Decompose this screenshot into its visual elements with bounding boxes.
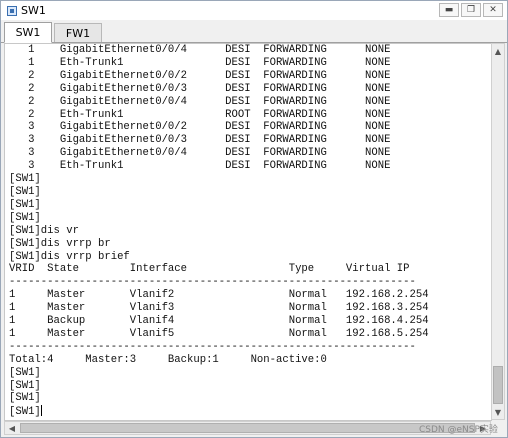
tab-sw1[interactable]: SW1 <box>4 22 52 43</box>
title-bar[interactable]: SW1 ▬ ❐ ✕ <box>1 1 507 20</box>
terminal-line: 1 Master Vlanif3 Normal 192.168.3.254 <box>9 302 429 315</box>
minimize-icon: ▬ <box>444 4 454 15</box>
terminal-line: 1 GigabitEthernet0/0/4 DESI FORWARDING N… <box>9 44 391 56</box>
terminal-line: ----------------------------------------… <box>9 276 416 289</box>
terminal-line: [SW1]dis vrrp brief <box>9 250 130 263</box>
terminal-line: 3 Eth-Trunk1 DESI FORWARDING NONE <box>9 160 391 173</box>
minimize-button[interactable]: ▬ <box>439 3 459 17</box>
scroll-up-arrow-icon[interactable]: ▲ <box>492 44 504 58</box>
terminal-line: 3 GigabitEthernet0/0/3 DESI FORWARDING N… <box>9 134 391 147</box>
terminal-line: [SW1] <box>9 211 41 224</box>
restore-button[interactable]: ❐ <box>461 3 481 17</box>
close-icon: ✕ <box>489 4 497 15</box>
terminal-line: 2 Eth-Trunk1 ROOT FORWARDING NONE <box>9 108 391 121</box>
terminal-line: ----------------------------------------… <box>9 340 416 353</box>
terminal-line: [SW1] <box>9 379 41 392</box>
terminal-line: [SW1]dis vrrp br <box>9 237 111 250</box>
close-button[interactable]: ✕ <box>483 3 503 17</box>
watermark: CSDN @eNSP实验 <box>419 425 498 435</box>
terminal-line: 1 Master Vlanif5 Normal 192.168.5.254 <box>9 327 429 340</box>
terminal-line: 2 GigabitEthernet0/0/4 DESI FORWARDING N… <box>9 95 391 108</box>
window-controls: ▬ ❐ ✕ <box>439 3 503 17</box>
terminal-line: 2 GigabitEthernet0/0/2 DESI FORWARDING N… <box>9 69 391 82</box>
terminal-text: 1 GigabitEthernet0/0/4 DESI FORWARDING N… <box>5 44 491 419</box>
terminal-line: [SW1] <box>9 406 41 419</box>
text-cursor <box>40 405 42 417</box>
vertical-scroll-thumb[interactable] <box>493 366 503 404</box>
terminal-line: 2 GigabitEthernet0/0/3 DESI FORWARDING N… <box>9 82 391 95</box>
terminal-output[interactable]: 1 GigabitEthernet0/0/4 DESI FORWARDING N… <box>4 43 492 421</box>
terminal-line: Total:4 Master:3 Backup:1 Non-active:0 <box>9 353 327 366</box>
horizontal-scrollbar[interactable]: ◀ ▶ <box>4 421 491 435</box>
terminal-line: [SW1] <box>9 173 41 186</box>
terminal-line: 1 Backup Vlanif4 Normal 192.168.4.254 <box>9 315 429 328</box>
tab-bar: SW1 FW1 <box>1 20 507 43</box>
terminal-line: [SW1] <box>9 198 41 211</box>
window-title: SW1 <box>21 4 46 17</box>
terminal-line: 3 GigabitEthernet0/0/2 DESI FORWARDING N… <box>9 121 391 134</box>
scroll-left-arrow-icon[interactable]: ◀ <box>5 422 19 434</box>
terminal-line: [SW1]dis vr <box>9 224 79 237</box>
vertical-scrollbar[interactable]: ▲ ▼ <box>491 43 505 420</box>
terminal-line: [SW1] <box>9 366 41 379</box>
app-icon <box>7 5 17 16</box>
terminal-line: [SW1] <box>9 392 41 405</box>
terminal-line: 1 Eth-Trunk1 DESI FORWARDING NONE <box>9 56 391 69</box>
horizontal-scroll-thumb[interactable] <box>20 423 475 433</box>
terminal-line: 1 Master Vlanif2 Normal 192.168.2.254 <box>9 289 429 302</box>
terminal-line: 3 GigabitEthernet0/0/4 DESI FORWARDING N… <box>9 147 391 160</box>
console-window: SW1 ▬ ❐ ✕ SW1 FW1 1 GigabitEthernet0/0/4… <box>0 0 508 438</box>
terminal-line: [SW1] <box>9 185 41 198</box>
restore-icon: ❐ <box>466 4 476 15</box>
tab-fw1[interactable]: FW1 <box>54 23 102 42</box>
terminal-line: VRID State Interface Type Virtual IP <box>9 263 410 276</box>
scroll-down-arrow-icon[interactable]: ▼ <box>492 405 504 419</box>
